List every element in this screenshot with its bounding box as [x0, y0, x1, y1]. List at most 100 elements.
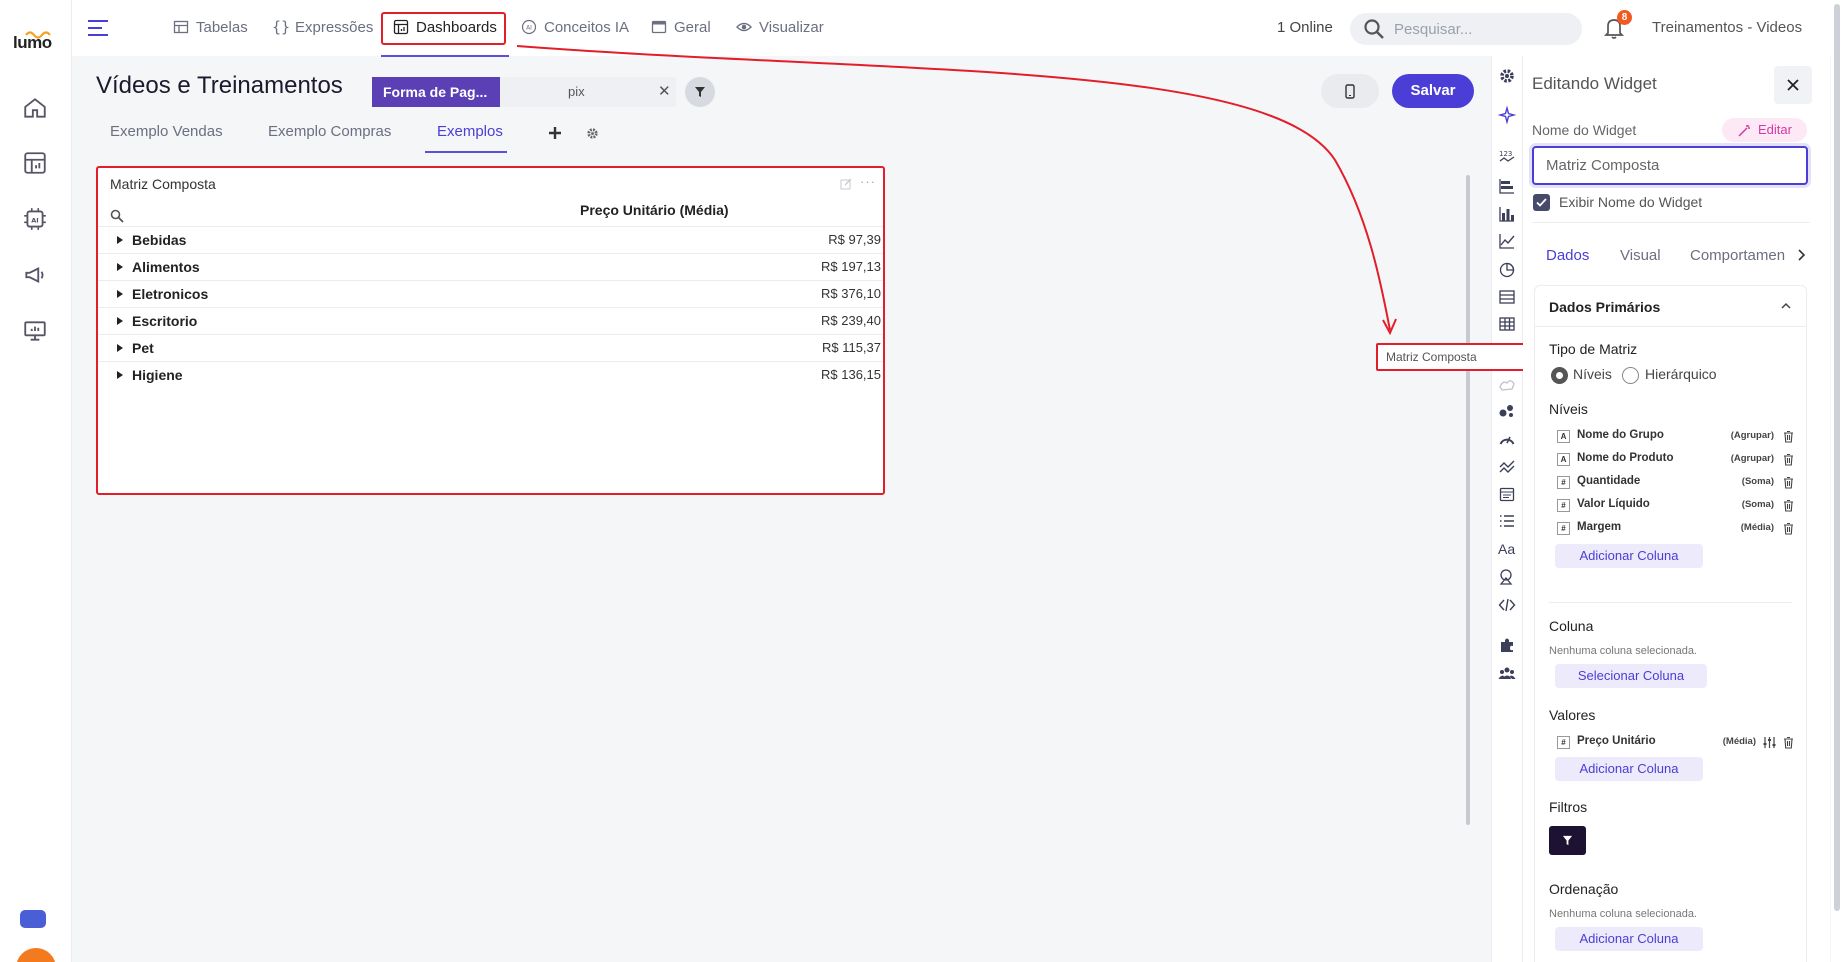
add-value-column-button[interactable]: Adicionar Coluna	[1555, 757, 1703, 781]
expand-icon[interactable]	[116, 235, 124, 245]
tab-exemplo-vendas[interactable]: Exemplo Vendas	[110, 123, 223, 140]
add-order-column-button[interactable]: Adicionar Coluna	[1555, 927, 1703, 951]
presentation-icon[interactable]	[22, 318, 48, 344]
calendar-icon[interactable]	[1498, 485, 1516, 503]
number-icon[interactable]: 123	[1498, 148, 1516, 166]
add-level-column-button[interactable]: Adicionar Coluna	[1555, 544, 1703, 568]
card-divider	[1535, 326, 1806, 327]
level-item[interactable]: # Margem (Média)	[1557, 520, 1794, 538]
panel-tab-visual[interactable]: Visual	[1620, 247, 1661, 264]
widget-name-input[interactable]	[1532, 146, 1808, 185]
level-agg[interactable]: (Agrupar)	[1731, 430, 1774, 441]
close-panel-button[interactable]	[1774, 66, 1812, 104]
pie-chart-icon[interactable]	[1498, 260, 1516, 278]
text-icon[interactable]: Aa	[1498, 540, 1516, 558]
clear-filter-icon[interactable]: ✕	[658, 77, 671, 107]
trash-icon[interactable]	[1783, 499, 1794, 512]
nav-tabelas[interactable]: Tabelas	[173, 16, 248, 38]
add-tab-icon[interactable]	[546, 124, 564, 142]
workspace-name[interactable]: Treinamentos - Videos	[1652, 19, 1802, 36]
nav-label: Visualizar	[759, 18, 824, 36]
level-agg[interactable]: (Soma)	[1742, 476, 1774, 487]
svg-text:AI: AI	[526, 25, 532, 32]
nav-conceitos-ia[interactable]: AI Conceitos IA	[521, 16, 629, 38]
canvas-scrollbar[interactable]	[1466, 175, 1470, 825]
tab-exemplos[interactable]: Exemplos	[437, 123, 503, 140]
line-chart-icon[interactable]	[1498, 232, 1516, 250]
home-icon[interactable]	[22, 95, 48, 121]
level-item[interactable]: # Valor Líquido (Soma)	[1557, 497, 1794, 515]
trash-icon[interactable]	[1783, 476, 1794, 489]
panel-tab-comportamento[interactable]: Comportamen	[1690, 247, 1792, 264]
menu-icon[interactable]	[87, 19, 109, 37]
more-icon[interactable]: ···	[860, 174, 876, 189]
expand-icon[interactable]	[116, 370, 124, 380]
chat-icon[interactable]	[20, 910, 46, 928]
level-agg[interactable]: (Média)	[1741, 522, 1774, 533]
trash-icon[interactable]	[1783, 522, 1794, 535]
radio-niveis[interactable]	[1551, 367, 1568, 384]
table-row[interactable]: Bebidas R$ 97,39	[98, 226, 883, 253]
trash-icon[interactable]	[1783, 453, 1794, 466]
trash-icon[interactable]	[1783, 736, 1794, 749]
puzzle-icon[interactable]	[1498, 636, 1516, 654]
gauge-icon[interactable]	[1498, 430, 1516, 448]
mobile-preview-button[interactable]	[1321, 74, 1379, 108]
code-icon[interactable]	[1498, 596, 1516, 614]
chevron-right-icon[interactable]	[1795, 248, 1807, 262]
level-agg[interactable]: (Soma)	[1742, 499, 1774, 510]
users-icon[interactable]	[1498, 664, 1516, 682]
list-icon[interactable]	[1498, 512, 1516, 530]
chevron-up-icon[interactable]	[1780, 300, 1792, 312]
grid-table-icon[interactable]	[1498, 315, 1516, 333]
nav-geral[interactable]: Geral	[651, 16, 711, 38]
save-button[interactable]: Salvar	[1392, 74, 1474, 108]
expand-icon[interactable]	[116, 289, 124, 299]
nav-expressoes[interactable]: {} Expressões	[272, 16, 373, 38]
trash-icon[interactable]	[1783, 430, 1794, 443]
matrix-widget[interactable]: Matriz Composta ··· Preço Unitário (Médi…	[96, 166, 885, 495]
edit-icon[interactable]	[840, 178, 852, 190]
bar-chart-icon[interactable]	[1498, 205, 1516, 223]
filter-button[interactable]	[685, 77, 715, 107]
bar-chart-horizontal-icon[interactable]	[1498, 177, 1516, 195]
level-item[interactable]: # Quantidade (Soma)	[1557, 474, 1794, 492]
level-item[interactable]: A Nome do Produto (Agrupar)	[1557, 451, 1794, 469]
value-agg[interactable]: (Média)	[1723, 736, 1756, 747]
shapes-icon[interactable]	[1498, 568, 1516, 586]
expand-icon[interactable]	[116, 316, 124, 326]
add-filter-button[interactable]	[1549, 826, 1586, 855]
list-table-icon[interactable]	[1498, 288, 1516, 306]
panel-tab-dados[interactable]: Dados	[1546, 247, 1589, 264]
level-agg[interactable]: (Agrupar)	[1731, 453, 1774, 464]
expand-icon[interactable]	[116, 262, 124, 272]
bubble-chart-icon[interactable]	[1498, 402, 1516, 420]
tab-settings-icon[interactable]	[585, 126, 600, 141]
gear-icon[interactable]	[1498, 67, 1516, 85]
nav-visualizar[interactable]: Visualizar	[736, 16, 824, 38]
ai-chip-icon[interactable]: AI	[22, 206, 48, 232]
filter-chip[interactable]: Forma de Pag...	[372, 77, 500, 107]
table-row[interactable]: Eletronicos R$ 376,10	[98, 280, 883, 307]
page-scrollbar[interactable]	[1834, 4, 1840, 911]
table-row[interactable]: Alimentos R$ 197,13	[98, 253, 883, 280]
sparkle-icon[interactable]	[1498, 106, 1516, 124]
level-item[interactable]: A Nome do Grupo (Agrupar)	[1557, 428, 1794, 446]
table-row[interactable]: Pet R$ 115,37	[98, 334, 883, 361]
filter-value[interactable]: pix	[500, 77, 676, 107]
expand-icon[interactable]	[116, 343, 124, 353]
table-row[interactable]: Higiene R$ 136,15	[98, 361, 883, 388]
dashboard-rail-icon[interactable]	[22, 150, 48, 176]
search-icon[interactable]	[110, 209, 124, 223]
radio-hierarquico[interactable]	[1622, 367, 1639, 384]
megaphone-icon[interactable]	[22, 262, 48, 288]
trend-icon[interactable]	[1498, 457, 1516, 475]
sliders-icon[interactable]	[1763, 736, 1776, 749]
table-row[interactable]: Escritorio R$ 239,40	[98, 307, 883, 334]
map-icon[interactable]	[1498, 375, 1516, 393]
show-name-checkbox[interactable]	[1533, 194, 1550, 211]
value-item[interactable]: # Preço Unitário (Média)	[1557, 734, 1794, 752]
edit-name-button[interactable]: Editar	[1722, 118, 1807, 142]
tab-exemplo-compras[interactable]: Exemplo Compras	[268, 123, 391, 140]
select-column-button[interactable]: Selecionar Coluna	[1555, 664, 1707, 688]
